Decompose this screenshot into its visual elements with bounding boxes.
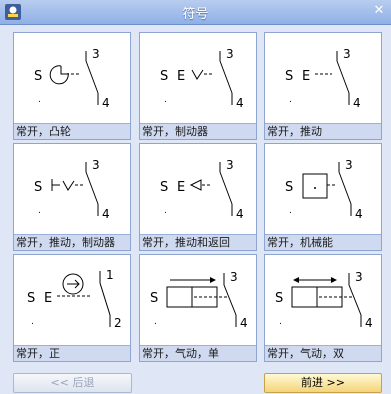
svg-text:.: . (164, 206, 167, 216)
svg-text:S: S (150, 291, 158, 306)
push-brake-switch-icon: S . 3 4 (34, 158, 110, 221)
back-button[interactable]: << 后退 (13, 373, 132, 393)
svg-text:S: S (34, 180, 42, 195)
svg-text:.: . (31, 317, 34, 327)
svg-text:4: 4 (236, 96, 244, 110)
symbol-caption: 常开，气动，双 (265, 345, 381, 361)
symbol-caption: 常开，制动器 (140, 123, 256, 139)
svg-text:.: . (154, 317, 157, 327)
svg-text:4: 4 (102, 207, 110, 221)
symbol-caption: 常开，推动 (265, 123, 381, 139)
brake-switch-icon: S . E 3 4 (160, 47, 244, 110)
svg-text:S: S (285, 69, 293, 84)
symbol-no-positive[interactable]: S . E 1 2 常开，正 (13, 254, 131, 362)
svg-text:.: . (289, 95, 292, 105)
window-title: 符号 (182, 7, 209, 22)
symbol-caption: 常开，凸轮 (14, 123, 130, 139)
svg-text:3: 3 (226, 158, 234, 172)
svg-text:.: . (38, 95, 41, 105)
svg-text:.: . (38, 206, 41, 216)
close-button[interactable]: ✕ (371, 3, 387, 19)
symbol-no-cam[interactable]: S . 3 4 常开，凸轮 (13, 32, 131, 140)
cam-switch-icon: S . 3 4 (34, 47, 110, 110)
symbol-no-pneumatic-single[interactable]: S . 3 4 常开，气动，单 (139, 254, 257, 362)
svg-text:4: 4 (102, 96, 110, 110)
symbol-no-push-return[interactable]: S . E 3 4 常开，推动和返回 (139, 143, 257, 251)
push-return-switch-icon: S . E 3 4 (160, 158, 244, 221)
positive-switch-icon: S . E 1 2 (27, 268, 122, 330)
svg-text:E: E (302, 69, 310, 84)
svg-text:1: 1 (106, 268, 114, 282)
svg-text:.: . (279, 317, 282, 327)
pneumatic-single-switch-icon: S . 3 4 (150, 270, 248, 330)
svg-text:E: E (44, 291, 52, 306)
svg-text:3: 3 (92, 47, 100, 61)
svg-text:3: 3 (226, 47, 234, 61)
symbol-caption: 常开，机械能 (265, 234, 381, 250)
svg-text:4: 4 (365, 316, 373, 330)
svg-text:S: S (27, 291, 35, 306)
symbol-caption: 常开，正 (14, 345, 130, 361)
symbol-no-push[interactable]: S . E 3 4 常开，推动 (264, 32, 382, 140)
symbol-no-mechanical[interactable]: S . 3 4 常开，机械能 (264, 143, 382, 251)
symbol-no-brake[interactable]: S . E 3 4 常开，制动器 (139, 32, 257, 140)
svg-text:S: S (160, 180, 168, 195)
symbol-caption: 常开，推动和返回 (140, 234, 256, 250)
svg-text:S: S (160, 69, 168, 84)
svg-text:3: 3 (355, 270, 363, 284)
svg-text:S: S (34, 69, 42, 84)
mechanical-switch-icon: S . 3 4 (285, 158, 363, 221)
svg-text:E: E (177, 180, 185, 195)
svg-text:.: . (289, 206, 292, 216)
svg-text:3: 3 (92, 158, 100, 172)
symbol-caption: 常开，气动，单 (140, 345, 256, 361)
next-button[interactable]: 前进 >> (264, 373, 382, 393)
svg-text:2: 2 (114, 316, 122, 330)
svg-text:4: 4 (236, 207, 244, 221)
symbol-no-push-brake[interactable]: S . 3 4 常开，推动，制动器 (13, 143, 131, 251)
pneumatic-double-switch-icon: S . 3 4 (275, 270, 373, 330)
svg-text:.: . (164, 95, 167, 105)
svg-text:S: S (275, 291, 283, 306)
svg-text:3: 3 (345, 158, 353, 172)
symbol-no-pneumatic-double[interactable]: S . 3 4 常开，气动，双 (264, 254, 382, 362)
svg-text:4: 4 (240, 316, 248, 330)
svg-text:S: S (285, 180, 293, 195)
push-switch-icon: S . E 3 4 (285, 47, 361, 110)
symbol-caption: 常开，推动，制动器 (14, 234, 130, 250)
svg-text:4: 4 (355, 207, 363, 221)
svg-text:4: 4 (353, 96, 361, 110)
svg-text:E: E (177, 69, 185, 84)
title-bar: 符号 ✕ (0, 0, 391, 25)
svg-text:3: 3 (343, 47, 351, 61)
svg-text:3: 3 (230, 270, 238, 284)
